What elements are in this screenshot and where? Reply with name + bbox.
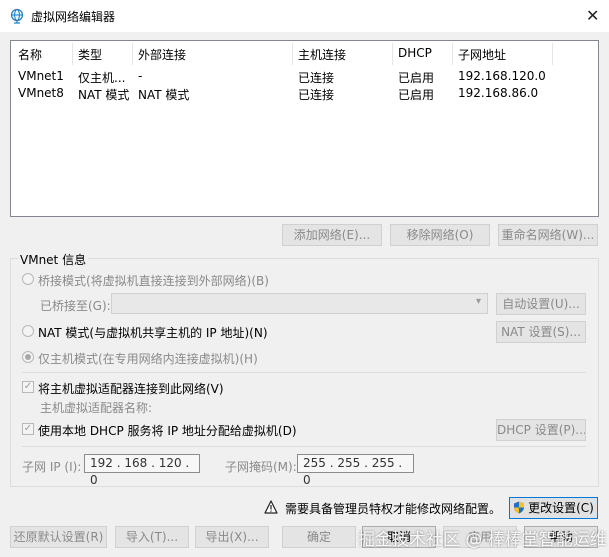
cell-dhcp: 已启用 bbox=[398, 71, 435, 85]
change-settings-button[interactable]: 更改设置(C) bbox=[509, 497, 598, 519]
column-header-type[interactable]: 类型 bbox=[78, 46, 102, 63]
subnet-ip-label: 子网 IP (I): bbox=[22, 460, 82, 474]
column-header-external[interactable]: 外部连接 bbox=[138, 46, 186, 63]
nat-mode-radio[interactable] bbox=[22, 325, 34, 337]
connect-adapter-label: 将主机虚拟适配器连接到此网络(V) bbox=[38, 382, 224, 396]
host-only-label: 仅主机模式(在专用网络内连接虚拟机)(H) bbox=[38, 352, 258, 366]
cell-external: NAT 模式 bbox=[138, 88, 190, 102]
subnet-ip-field[interactable]: 192 . 168 . 120 . 0 bbox=[84, 454, 200, 487]
connect-adapter-checkbox[interactable]: ✓ bbox=[22, 381, 34, 393]
auto-settings-button[interactable]: 自动设置(U)... bbox=[496, 293, 586, 315]
cell-host: 已连接 bbox=[298, 71, 335, 85]
cell-external: - bbox=[138, 69, 143, 83]
vmnet-info-label: VMnet 信息 bbox=[18, 251, 89, 268]
add-network-button[interactable]: 添加网络(E)... bbox=[282, 224, 382, 246]
column-header-host[interactable]: 主机连接 bbox=[298, 46, 346, 63]
column-separator bbox=[72, 43, 73, 65]
admin-notice-text: 需要具备管理员特权才能修改网络配置。 bbox=[285, 502, 502, 516]
cell-dhcp: 已启用 bbox=[398, 88, 435, 102]
uac-shield-icon bbox=[514, 501, 525, 514]
change-settings-label: 更改设置(C) bbox=[528, 501, 594, 515]
cell-host: 已连接 bbox=[298, 88, 335, 102]
host-only-radio[interactable] bbox=[22, 351, 34, 363]
ok-button[interactable]: 确定 bbox=[282, 526, 356, 548]
cell-type: NAT 模式 bbox=[78, 88, 130, 102]
cell-type: 仅主机... bbox=[78, 71, 126, 85]
cell-subnet: 192.168.120.0 bbox=[458, 69, 546, 83]
dhcp-settings-button[interactable]: DHCP 设置(P)... bbox=[496, 419, 586, 441]
column-separator bbox=[552, 43, 553, 65]
subnet-mask-label: 子网掩码(M): bbox=[225, 460, 297, 474]
column-separator bbox=[392, 43, 393, 65]
cell-name: VMnet1 bbox=[18, 69, 64, 83]
use-dhcp-checkbox[interactable]: ✓ bbox=[22, 423, 34, 435]
column-separator bbox=[292, 43, 293, 65]
use-dhcp-label: 使用本地 DHCP 服务将 IP 地址分配给虚拟机(D) bbox=[38, 424, 297, 438]
bridged-mode-radio[interactable] bbox=[22, 273, 34, 285]
bridged-to-select[interactable]: ▾ bbox=[111, 293, 488, 314]
column-header-subnet[interactable]: 子网地址 bbox=[458, 46, 506, 63]
cell-subnet: 192.168.86.0 bbox=[458, 86, 539, 100]
column-header-name[interactable]: 名称 bbox=[18, 46, 42, 63]
window-title: 虚拟网络编辑器 bbox=[31, 10, 116, 24]
subnet-mask-field[interactable]: 255 . 255 . 255 . 0 bbox=[297, 454, 414, 487]
watermark-text: 掘金技术社区 @ 棒棒堂智能运维 bbox=[358, 530, 607, 550]
column-separator bbox=[132, 43, 133, 65]
network-globe-icon bbox=[10, 8, 24, 24]
nat-mode-label: NAT 模式(与虚拟机共享主机的 IP 地址)(N) bbox=[38, 326, 268, 340]
import-button[interactable]: 导入(T)... bbox=[115, 526, 189, 548]
chevron-down-icon: ▾ bbox=[475, 296, 481, 307]
column-header-dhcp[interactable]: DHCP bbox=[398, 46, 432, 60]
warning-icon bbox=[264, 500, 278, 514]
cell-name: VMnet8 bbox=[18, 86, 64, 100]
network-list[interactable]: 名称 类型 外部连接 主机连接 DHCP 子网地址 VMnet1 仅主机... … bbox=[10, 40, 599, 217]
close-icon[interactable]: ✕ bbox=[586, 6, 599, 25]
nat-settings-button[interactable]: NAT 设置(S)... bbox=[496, 321, 586, 343]
export-button[interactable]: 导出(X)... bbox=[195, 526, 269, 548]
adapter-name-label: 主机虚拟适配器名称: bbox=[40, 401, 153, 415]
column-separator bbox=[452, 43, 453, 65]
bridged-mode-label: 桥接模式(将虚拟机直接连接到外部网络)(B) bbox=[38, 274, 269, 288]
divider bbox=[22, 372, 586, 373]
remove-network-button[interactable]: 移除网络(O) bbox=[390, 224, 490, 246]
bridged-to-label: 已桥接至(G): bbox=[40, 299, 111, 313]
rename-network-button[interactable]: 重命名网络(W)... bbox=[498, 224, 598, 246]
divider bbox=[22, 446, 586, 447]
restore-defaults-button[interactable]: 还原默认设置(R) bbox=[10, 526, 107, 548]
